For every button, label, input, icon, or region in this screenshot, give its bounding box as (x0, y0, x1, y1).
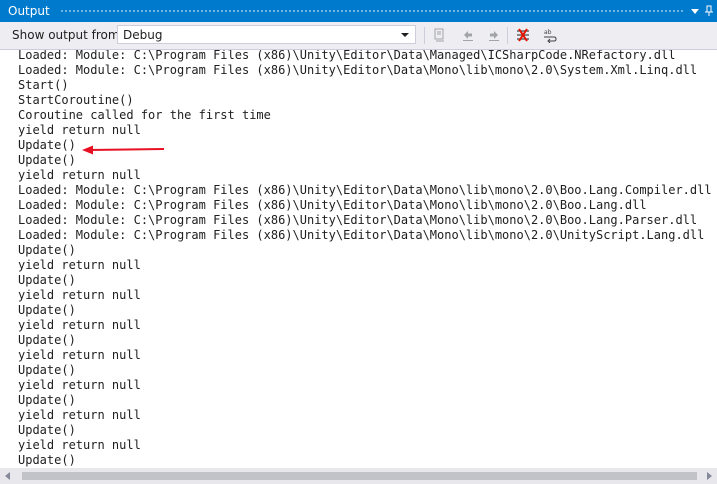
output-line: Update() (18, 453, 76, 467)
svg-text:ab: ab (544, 29, 552, 36)
toolbar-separator (507, 27, 508, 44)
horizontal-scrollbar[interactable] (0, 468, 717, 484)
red-arrow-annotation (82, 145, 165, 155)
output-line: Update() (18, 333, 76, 347)
output-line: Update() (18, 363, 76, 377)
output-title-bar: Output (0, 0, 717, 22)
output-line: Update() (18, 243, 76, 257)
scroll-left-icon[interactable] (5, 472, 10, 480)
output-source-value: Debug (123, 28, 163, 42)
show-output-from-label: Show output from: (12, 28, 124, 42)
toggle-word-wrap-icon[interactable]: ab (541, 26, 559, 44)
toolbar-separator (424, 27, 425, 44)
title-bar-grip[interactable] (60, 9, 685, 14)
output-source-select[interactable]: Debug (117, 25, 416, 44)
output-line: yield return null (18, 378, 141, 392)
output-line: yield return null (18, 288, 141, 302)
output-line: Loaded: Module: C:\Program Files (x86)\U… (18, 213, 698, 227)
output-line: Loaded: Module: C:\Program Files (x86)\U… (18, 63, 698, 77)
find-message-in-code-icon[interactable] (431, 26, 449, 44)
scrollbar-thumb[interactable] (22, 472, 697, 480)
scroll-right-icon[interactable] (707, 472, 712, 480)
output-line: Loaded: Module: C:\Program Files (x86)\U… (18, 183, 712, 197)
output-line: Start() (18, 78, 69, 92)
output-line: Update() (18, 273, 76, 287)
output-line: Loaded: Module: C:\Program Files (x86)\U… (18, 198, 647, 212)
output-line: Loaded: Module: C:\Program Files (x86)\U… (18, 228, 705, 242)
output-text-area[interactable]: Loaded: Module: C:\Program Files (x86)\U… (0, 50, 717, 468)
output-line: yield return null (18, 123, 141, 137)
output-line: yield return null (18, 408, 141, 422)
window-title: Output (8, 4, 50, 18)
go-to-previous-message-icon[interactable] (459, 26, 477, 44)
output-toolbar: Show output from: Debug ab (0, 22, 717, 50)
output-line: yield return null (18, 438, 141, 452)
output-line: yield return null (18, 258, 141, 272)
output-line: yield return null (18, 168, 141, 182)
output-line: StartCoroutine() (18, 93, 134, 107)
pin-icon[interactable] (702, 3, 716, 19)
output-line: Update() (18, 138, 76, 152)
output-line: Coroutine called for the first time (18, 108, 271, 122)
output-line: Update() (18, 153, 76, 167)
output-line: Update() (18, 423, 76, 437)
go-to-next-message-icon[interactable] (485, 26, 503, 44)
output-line: Loaded: Module: C:\Program Files (x86)\U… (18, 50, 676, 62)
clear-all-icon[interactable] (514, 26, 532, 44)
output-line: Update() (18, 393, 76, 407)
output-line: Update() (18, 303, 76, 317)
output-line: yield return null (18, 348, 141, 362)
output-line: yield return null (18, 318, 141, 332)
chevron-down-icon (401, 33, 409, 37)
dropdown-pin-icon[interactable] (688, 3, 702, 19)
